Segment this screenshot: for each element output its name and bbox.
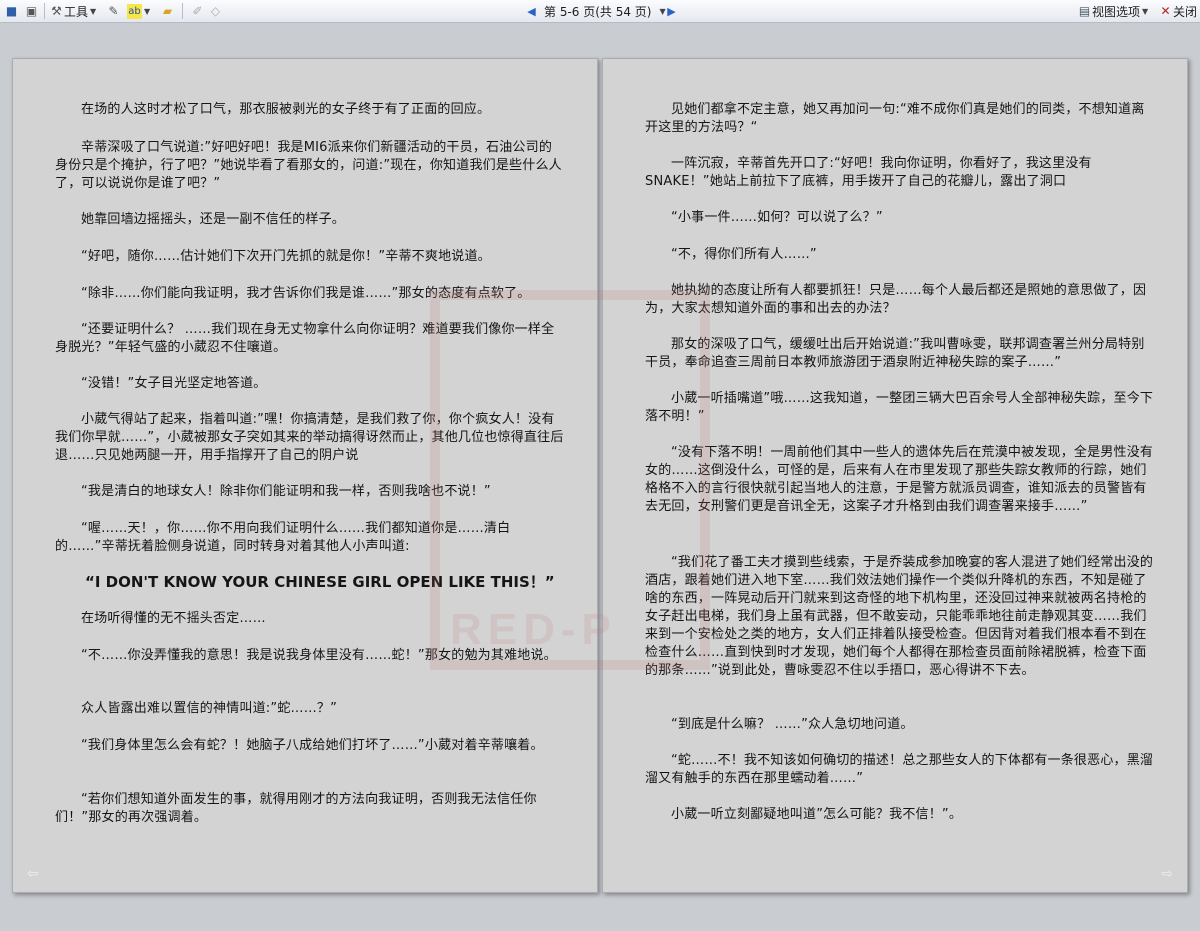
page-info: 第 5-6 页(共 54 页) [544,4,652,19]
save-button[interactable]: ■ [4,3,19,19]
paragraph: “喔……天！，你……你不用向我们证明什么……我们都知道你是……清白的……”辛蒂抚… [55,521,511,554]
prev-page-icon: ◀ [527,4,536,18]
paragraph: “不，得你们所有人……” [671,247,817,262]
paragraph: “若你们想知道外面发生的事，就得用刚才的方法向我证明，否则我无法信任你们！”那女… [55,792,537,825]
paragraph: “除非……你们能向我证明，我才告诉你们我是谁……”那女的态度有点软了。 [81,286,531,301]
chevron-down-icon: ▼ [144,6,151,16]
paragraph: “我们花了番工夫才摸到些线索，于是乔装成参加晚宴的客人混进了她们经常出没的酒店，… [645,555,1154,678]
paragraph: 她靠回墙边摇摇头，还是一副不信任的样子。 [81,212,346,227]
paragraph: “还要证明什么？ ……我们现在身无丈物拿什么向你证明？难道要我们像你一样全身脱光… [55,322,555,355]
paragraph: “没有下落不明！一周前他们其中一些人的遗体先后在荒漠中被发现，全是男性没有女的…… [645,445,1154,514]
comment-button[interactable]: ✐ [190,3,205,19]
view-options-label: 视图选项 [1092,4,1141,19]
close-label: 关闭 [1173,4,1198,19]
view-options-icon: ▤ [1078,3,1091,18]
chevron-down-icon: ▼ [1142,6,1149,16]
highlight-icon: ab [127,3,142,19]
right-page: 见她们都拿不定主意，她又再加问一句:“难不成你们真是她们的同类，不想知道离开这里… [602,58,1188,893]
folder-icon: ▰ [162,3,173,18]
page-jump-dropdown[interactable]: 第 5-6 页(共 54 页) ▼ [544,3,666,19]
paragraph: 小葳一听立刻鄙疑地叫道”怎么可能？我不信！”。 [671,807,963,822]
paragraph: 辛蒂深吸了口气说道:”好吧好吧！我是MI6派来你们新疆活动的干员，石油公司的身份… [55,140,562,191]
print-preview-icon: ▣ [25,3,38,18]
reading-toolbar: ■ ▣ ⚒ 工具 ▼ ✎ ab ▼ ▰ ✐ ◇ ◀ 第 5-6 页(共 54 页… [0,0,1200,23]
tools-icon: ⚒ [51,3,62,18]
print-preview-button[interactable]: ▣ [24,3,39,19]
paragraph: 小葳一听插嘴道”哦……这我知道，一整团三辆大巴百余号人全部神秘失踪，至今下落不明… [645,391,1154,424]
tools-menu-button[interactable]: ⚒ 工具 ▼ [49,3,96,19]
close-button[interactable]: ✕ 关闭 [1158,3,1197,19]
eraser-icon: ◇ [210,3,221,18]
paragraph: “我是清白的地球女人！除非你们能证明和我一样，否则我啥也不说！” [81,484,491,499]
paragraph: “我们身体里怎么会有蛇？！她脑子八成给她们打坏了……”小葳对着辛蒂嚷着。 [81,738,544,753]
comment-icon: ✐ [192,3,203,18]
close-icon: ✕ [1160,3,1171,18]
research-icon: ✎ [108,3,119,18]
prev-page-button[interactable]: ◀ [524,3,539,19]
paragraph: “蛇……不！我不知该如何确切的描述！总之那些女人的下体都有一条很恶心，黑溜溜又有… [645,753,1154,786]
paragraph: 见她们都拿不定主意，她又再加问一句:“难不成你们真是她们的同类，不想知道离开这里… [645,102,1145,135]
next-page-icon: ▶ [667,4,676,18]
prev-page-arrow-icon[interactable]: ⇦ [27,866,39,882]
paragraph: “好吧，随你……估计她们下次开门先抓的就是你！”辛蒂不爽地说道。 [81,249,491,264]
highlight-button[interactable]: ab ▼ [127,3,150,19]
paragraph: 在场的人这时才松了口气，那衣服被剥光的女子终于有了正面的回应。 [81,102,491,117]
paragraph: “小事一件……如何？可以说了么？” [671,210,883,225]
paragraph: 小葳气得站了起来，指着叫道:”嘿！你搞清楚，是我们救了你，你个疯女人！没有我们你… [55,412,564,463]
left-page: 在场的人这时才松了口气，那衣服被剥光的女子终于有了正面的回应。 辛蒂深吸了口气说… [12,58,598,893]
paragraph: 在场听得懂的无不摇头否定…… [81,611,266,626]
save-icon: ■ [5,3,18,18]
paragraph: 她执拗的态度让所有人都要抓狂！只是……每个人最后都还是照她的意思做了，因为，大家… [645,283,1147,316]
view-options-button[interactable]: ▤ 视图选项 ▼ [1077,3,1148,19]
paragraph-emphasis: “I DON'T KNOW YOUR CHINESE GIRL OPEN LIK… [85,573,555,591]
chevron-down-icon: ▼ [90,6,97,16]
paragraph: 那女的深吸了口气，缓缓吐出后开始说道:”我叫曹咏雯，联邦调查署兰州分局特别干员，… [645,337,1145,370]
paragraph: “没错！”女子目光坚定地答道。 [81,376,267,391]
paragraph: 一阵沉寂，辛蒂首先开口了:“好吧！我向你证明，你看好了，我这里没有SNAKE！”… [645,156,1092,189]
paragraph: 众人皆露出难以置信的神情叫道:”蛇……？” [81,701,338,716]
research-button[interactable]: ✎ [106,3,121,19]
eraser-button[interactable]: ◇ [208,3,223,19]
next-page-arrow-icon[interactable]: ⇨ [1161,866,1173,882]
folder-button[interactable]: ▰ [160,3,175,19]
paragraph: “到底是什么嘛？ ……”众人急切地问道。 [671,717,914,732]
tools-label: 工具 [64,4,89,19]
paragraph: “不……你没弄懂我的意思！我是说我身体里没有……蛇！”那女的勉为其难地说。 [81,648,557,663]
next-page-button[interactable]: ▶ [664,3,679,19]
